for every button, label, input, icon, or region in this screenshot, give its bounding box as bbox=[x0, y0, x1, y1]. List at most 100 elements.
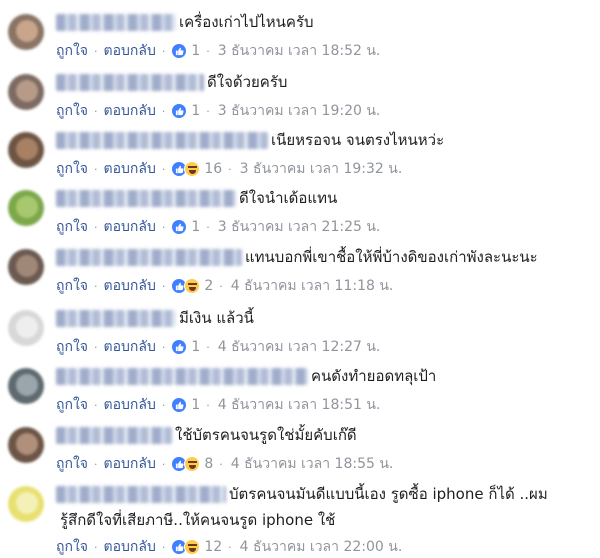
avatar[interactable] bbox=[8, 249, 44, 285]
comment-timestamp[interactable]: 4 ธันวาคม เวลา 18:51 น. bbox=[218, 394, 381, 416]
commenter-name[interactable] bbox=[56, 426, 172, 444]
comment-timestamp[interactable]: 4 ธันวาคม เวลา 18:55 น. bbox=[231, 453, 394, 475]
like-link[interactable]: ถูกใจ bbox=[56, 453, 88, 475]
comment-actions: ถูกใจ · ตอบกลับ · 12 · 4 ธันวาคม เวลา 22:00 น. bbox=[56, 536, 402, 558]
reply-link[interactable]: ตอบกลับ bbox=[104, 336, 156, 358]
separator-dot: · bbox=[228, 162, 232, 176]
like-icon bbox=[171, 339, 188, 355]
reaction-summary[interactable]: 1 bbox=[171, 103, 200, 119]
commenter-name[interactable] bbox=[56, 485, 226, 503]
comment-actions: ถูกใจ · ตอบกลับ · 1 · 3 ธันวาคม เวลา 19:20 น. bbox=[56, 100, 380, 122]
separator-dot: · bbox=[161, 44, 166, 58]
reaction-summary[interactable]: 1 bbox=[171, 397, 200, 413]
comment-timestamp[interactable]: 4 ธันวาคม เวลา 12:27 น. bbox=[218, 336, 381, 358]
comment-actions: ถูกใจ · ตอบกลับ · 8 · 4 ธันวาคม เวลา 18:55 น. bbox=[56, 453, 393, 475]
separator-dot: · bbox=[161, 540, 166, 554]
commenter-name[interactable] bbox=[56, 131, 268, 149]
reaction-summary[interactable]: 2 bbox=[171, 278, 213, 294]
separator-dot: · bbox=[94, 162, 98, 176]
separator-dot: · bbox=[161, 398, 166, 412]
like-link[interactable]: ถูกใจ bbox=[56, 100, 88, 122]
reply-link[interactable]: ตอบกลับ bbox=[104, 275, 156, 297]
like-link[interactable]: ถูกใจ bbox=[56, 536, 88, 558]
like-icon bbox=[171, 103, 188, 119]
like-icon bbox=[171, 219, 188, 235]
like-link[interactable]: ถูกใจ bbox=[56, 336, 88, 358]
reply-link[interactable]: ตอบกลับ bbox=[104, 536, 156, 558]
reply-link[interactable]: ตอบกลับ bbox=[104, 216, 156, 238]
reaction-summary[interactable]: 1 bbox=[171, 43, 200, 59]
like-link[interactable]: ถูกใจ bbox=[56, 275, 88, 297]
reaction-summary[interactable]: 12 bbox=[171, 539, 222, 555]
separator-dot: · bbox=[219, 457, 223, 471]
comment-text: บัตรคนจนมันดีแบบนี้เอง รูดซื้อ iphone ก็… bbox=[229, 485, 548, 503]
reaction-count: 1 bbox=[191, 339, 201, 355]
comment-actions: ถูกใจ · ตอบกลับ · 1 · 3 ธันวาคม เวลา 21:25 น. bbox=[56, 216, 380, 238]
comment-timestamp[interactable]: 4 ธันวาคม เวลา 22:00 น. bbox=[240, 536, 403, 558]
avatar[interactable] bbox=[8, 427, 44, 463]
avatar[interactable] bbox=[8, 486, 44, 522]
like-link[interactable]: ถูกใจ bbox=[56, 40, 88, 62]
reply-link[interactable]: ตอบกลับ bbox=[104, 158, 156, 180]
reaction-count: 8 bbox=[204, 456, 214, 472]
commenter-name[interactable] bbox=[56, 189, 236, 207]
comment-text-continued: รู้สึกดีใจที่เสียภาษี..ให้คนจนรูด iphone… bbox=[60, 511, 336, 529]
avatar[interactable] bbox=[8, 310, 44, 346]
comment-timestamp[interactable]: 4 ธันวาคม เวลา 11:18 น. bbox=[231, 275, 394, 297]
reply-link[interactable]: ตอบกลับ bbox=[104, 394, 156, 416]
separator-dot: · bbox=[94, 279, 98, 293]
like-link[interactable]: ถูกใจ bbox=[56, 394, 88, 416]
haha-icon bbox=[184, 456, 201, 472]
haha-icon bbox=[184, 539, 201, 555]
commenter-name[interactable] bbox=[56, 73, 204, 91]
commenter-name[interactable] bbox=[56, 367, 308, 385]
separator-dot: · bbox=[219, 279, 223, 293]
haha-icon bbox=[184, 278, 201, 294]
separator-dot: · bbox=[161, 220, 166, 234]
avatar[interactable] bbox=[8, 74, 44, 110]
separator-dot: · bbox=[94, 44, 98, 58]
comment-text: มีเงิน แล้วนี้ bbox=[179, 309, 254, 327]
comment-text: เครื่องเก่าไปไหนครับ bbox=[179, 13, 314, 31]
comment-text: เนียหรอจน จนตรงไหนหว่ะ bbox=[271, 131, 445, 149]
reaction-summary[interactable]: 1 bbox=[171, 339, 200, 355]
separator-dot: · bbox=[161, 279, 166, 293]
comment-actions: ถูกใจ · ตอบกลับ · 1 · 4 ธันวาคม เวลา 12:27 น. bbox=[56, 336, 380, 358]
comment-timestamp[interactable]: 3 ธันวาคม เวลา 19:20 น. bbox=[218, 100, 381, 122]
comment-timestamp[interactable]: 3 ธันวาคม เวลา 18:52 น. bbox=[218, 40, 381, 62]
separator-dot: · bbox=[161, 104, 166, 118]
separator-dot: · bbox=[161, 162, 166, 176]
avatar[interactable] bbox=[8, 190, 44, 226]
reply-link[interactable]: ตอบกลับ bbox=[104, 40, 156, 62]
commenter-name[interactable] bbox=[56, 248, 242, 266]
separator-dot: · bbox=[94, 220, 98, 234]
commenter-name[interactable] bbox=[56, 309, 176, 327]
separator-dot: · bbox=[206, 398, 210, 412]
separator-dot: · bbox=[206, 104, 210, 118]
comment-timestamp[interactable]: 3 ธันวาคม เวลา 19:32 น. bbox=[240, 158, 403, 180]
comment-text: ใช้บัตรคนจนรูดใช่มั้ยคับเก๊ดี bbox=[175, 426, 357, 444]
comment-text: ดีใจนำเด้อแทน bbox=[239, 189, 338, 207]
avatar[interactable] bbox=[8, 368, 44, 404]
reaction-count: 1 bbox=[191, 43, 201, 59]
reaction-count: 2 bbox=[204, 278, 214, 294]
reply-link[interactable]: ตอบกลับ bbox=[104, 100, 156, 122]
comment-timestamp[interactable]: 3 ธันวาคม เวลา 21:25 น. bbox=[218, 216, 381, 238]
reaction-count: 1 bbox=[191, 103, 201, 119]
reaction-summary[interactable]: 8 bbox=[171, 456, 213, 472]
haha-icon bbox=[184, 161, 201, 177]
separator-dot: · bbox=[161, 457, 166, 471]
separator-dot: · bbox=[94, 340, 98, 354]
reaction-summary[interactable]: 16 bbox=[171, 161, 222, 177]
avatar[interactable] bbox=[8, 132, 44, 168]
separator-dot: · bbox=[94, 540, 98, 554]
like-link[interactable]: ถูกใจ bbox=[56, 216, 88, 238]
reaction-count: 16 bbox=[204, 161, 223, 177]
commenter-name[interactable] bbox=[56, 13, 176, 31]
like-link[interactable]: ถูกใจ bbox=[56, 158, 88, 180]
comment-text: คนดังทำยอดทลุเป้า bbox=[311, 367, 437, 385]
reaction-summary[interactable]: 1 bbox=[171, 219, 200, 235]
reaction-count: 1 bbox=[191, 397, 201, 413]
reply-link[interactable]: ตอบกลับ bbox=[104, 453, 156, 475]
avatar[interactable] bbox=[8, 14, 44, 50]
